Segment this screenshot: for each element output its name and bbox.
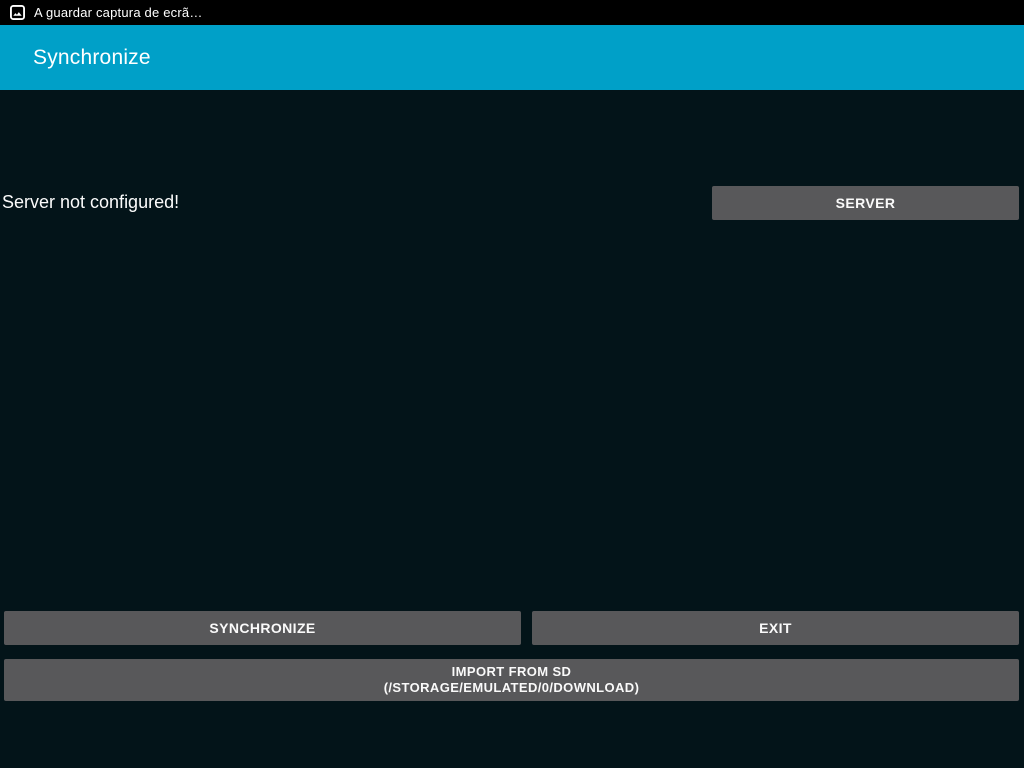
- exit-button[interactable]: EXIT: [532, 611, 1019, 645]
- main-content: Server not configured! SERVER SYNCHRONIZ…: [0, 90, 1024, 768]
- import-button-line2: (/STORAGE/EMULATED/0/DOWNLOAD): [383, 680, 640, 695]
- synchronize-button[interactable]: SYNCHRONIZE: [4, 611, 521, 645]
- app-screen: A guardar captura de ecrã… Synchronize S…: [0, 0, 1024, 768]
- app-header: Synchronize: [0, 25, 1024, 90]
- notification-text: A guardar captura de ecrã…: [34, 5, 203, 20]
- page-title: Synchronize: [33, 45, 151, 69]
- server-button[interactable]: SERVER: [712, 186, 1019, 220]
- status-bar: A guardar captura de ecrã…: [0, 0, 1024, 25]
- import-button-line1: IMPORT FROM SD: [451, 664, 572, 679]
- server-status-message: Server not configured!: [2, 192, 180, 212]
- import-from-sd-button[interactable]: IMPORT FROM SD (/STORAGE/EMULATED/0/DOWN…: [4, 659, 1019, 701]
- image-icon: [10, 5, 25, 20]
